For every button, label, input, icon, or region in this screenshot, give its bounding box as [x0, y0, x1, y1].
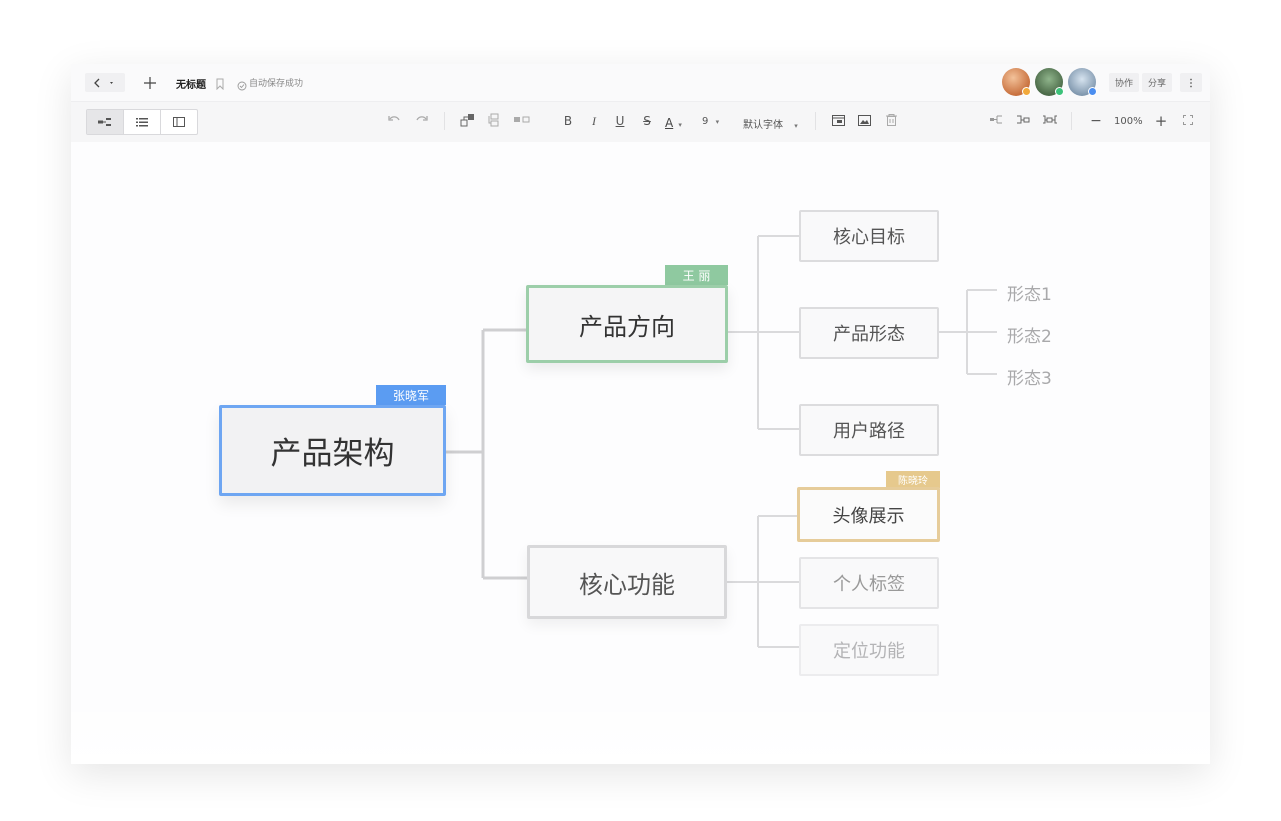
check-circle-icon	[237, 76, 247, 95]
layout-left-icon[interactable]	[990, 115, 1004, 125]
view-mode-switch	[86, 109, 198, 135]
share-button[interactable]: 分享	[1142, 73, 1173, 92]
mindmap-canvas[interactable]: 张晓军 产品架构 王 丽 产品方向 核心功能 核心目标 产品形态 用户路径 形态…	[71, 142, 1210, 764]
more-button[interactable]	[1180, 73, 1202, 92]
sub-node[interactable]: 个人标签	[799, 557, 939, 609]
branch-node[interactable]: 产品方向	[526, 285, 728, 363]
user-avatar-1[interactable]	[1002, 68, 1031, 96]
branch-assignee-tag: 王 丽	[665, 265, 728, 285]
document-title[interactable]: 无标题	[176, 76, 206, 91]
redo-icon[interactable]	[415, 114, 429, 124]
more-vertical-icon	[1190, 78, 1192, 87]
leaf-node[interactable]: 形态2	[1007, 322, 1052, 347]
sub-node[interactable]: 用户路径	[799, 404, 939, 456]
toolbar: B I U S A ▾ 9 ▾ 默认字体 ▾ − 100% +	[71, 102, 1210, 142]
caret-down-icon: ▾	[794, 122, 798, 130]
status-dot	[1022, 87, 1031, 96]
save-status: 自动保存成功	[249, 79, 304, 89]
divider	[1071, 112, 1072, 130]
strikethrough-button[interactable]: S	[641, 113, 653, 129]
root-node[interactable]: 产品架构	[219, 405, 446, 496]
zoom-level[interactable]: 100%	[1114, 116, 1143, 127]
sub-assignee-tag: 陈晓玲	[886, 471, 940, 488]
layout-right-icon[interactable]	[1016, 115, 1030, 125]
italic-button[interactable]: I	[588, 113, 600, 129]
user-avatar-3[interactable]	[1068, 68, 1097, 96]
title-bar: 无标题 自动保存成功 协作 分享	[71, 64, 1210, 102]
root-assignee-tag: 张晓军	[376, 385, 446, 405]
sub-node[interactable]: 产品形态	[799, 307, 939, 359]
leaf-node[interactable]: 形态1	[1007, 280, 1052, 305]
font-color-label: A	[665, 116, 674, 130]
add-sibling-node-icon[interactable]	[488, 113, 502, 127]
font-family-select[interactable]: 默认字体 ▾	[743, 116, 798, 131]
zoom-out-button[interactable]: −	[1089, 113, 1103, 129]
card-icon[interactable]	[832, 115, 845, 126]
divider	[815, 112, 816, 130]
divider	[444, 112, 445, 130]
outline-view-icon[interactable]	[124, 110, 161, 134]
status-dot	[1088, 87, 1097, 96]
mindmap-view-icon[interactable]	[87, 110, 124, 134]
trash-icon[interactable]	[886, 114, 897, 126]
chevron-left-icon	[94, 78, 100, 87]
app-window: 无标题 自动保存成功 协作 分享 B I U S A ▾ 9 ▾ 默认字体 ▾ …	[71, 64, 1210, 764]
bold-button[interactable]: B	[562, 113, 574, 129]
add-child-node-icon[interactable]	[460, 113, 476, 127]
caret-down-icon[interactable]	[101, 78, 117, 88]
layout-center-icon[interactable]	[1042, 115, 1058, 125]
fullscreen-icon[interactable]	[1183, 115, 1193, 125]
bookmark-icon[interactable]	[216, 75, 224, 94]
leaf-node[interactable]: 形态3	[1007, 364, 1052, 389]
status-dot	[1055, 87, 1064, 96]
undo-icon[interactable]	[387, 114, 401, 124]
sub-node[interactable]: 定位功能	[799, 624, 939, 676]
sub-node[interactable]: 核心目标	[799, 210, 939, 262]
collaborate-button[interactable]: 协作	[1109, 73, 1140, 92]
back-button[interactable]	[85, 73, 125, 92]
add-parent-node-icon[interactable]	[513, 115, 531, 124]
caret-down-icon: ▾	[678, 121, 682, 129]
user-avatar-2[interactable]	[1035, 68, 1064, 96]
font-size-value: 9	[702, 116, 709, 127]
image-icon[interactable]	[858, 115, 871, 126]
new-button[interactable]	[141, 73, 159, 92]
font-color-button[interactable]: A ▾	[665, 112, 682, 131]
caret-down-icon: ▾	[715, 118, 720, 126]
plus-icon	[144, 76, 156, 89]
panel-view-icon[interactable]	[161, 110, 197, 134]
zoom-in-button[interactable]: +	[1154, 112, 1168, 130]
font-size-select[interactable]: 9 ▾	[702, 116, 719, 127]
font-family-value: 默认字体	[743, 120, 783, 131]
sub-node[interactable]: 头像展示	[797, 487, 940, 542]
branch-node[interactable]: 核心功能	[527, 545, 727, 619]
underline-button[interactable]: U	[614, 113, 626, 129]
